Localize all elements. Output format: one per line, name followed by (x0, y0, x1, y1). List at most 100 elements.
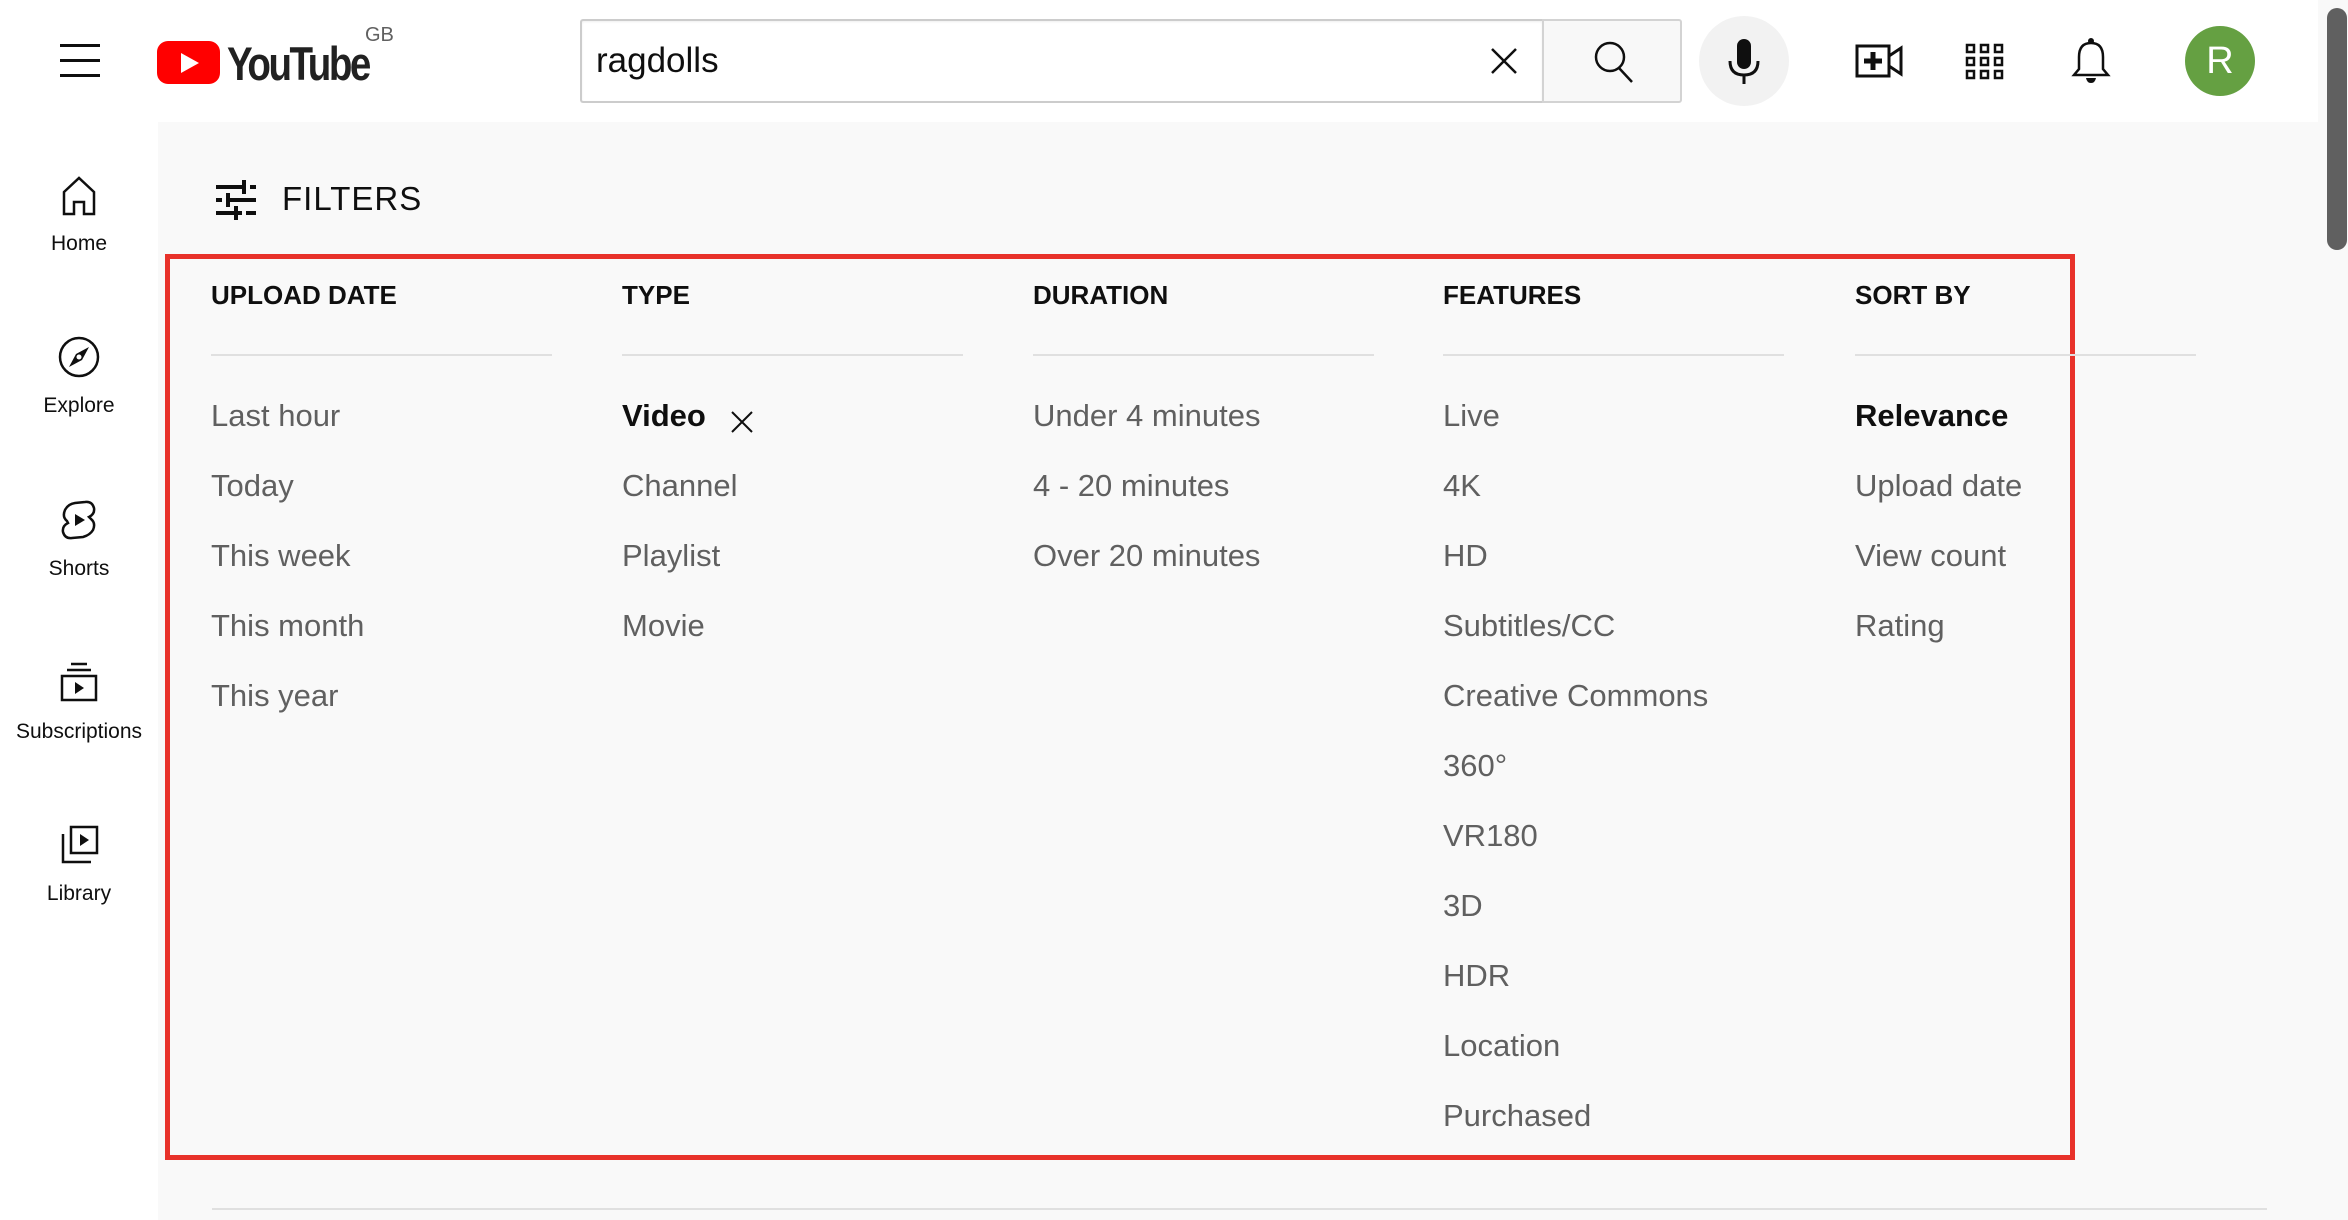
filter-option-label: Location (1443, 1028, 1561, 1063)
filter-group-sort-by: SORT BY Relevance Upload date View count Rat… (1855, 280, 2196, 643)
filter-option[interactable]: Location (1443, 1028, 1560, 1064)
filter-group-features: FEATURES Live 4K HD Subtitles/CC Creative Com… (1443, 280, 1784, 1133)
sidebar-label: Shorts (48, 557, 110, 580)
sidebar-label: Home (50, 232, 108, 255)
highlight-annotation-box (165, 254, 2075, 1160)
logo-text: YouTube (227, 37, 371, 90)
filter-option[interactable]: Over 20 minutes (1033, 538, 1260, 574)
sidebar-item-home[interactable]: Home (0, 174, 158, 314)
filter-group-upload-date: UPLOAD DATE Last hour Today This week This m… (211, 280, 552, 713)
filter-option[interactable]: Playlist (622, 538, 720, 574)
sidebar: Home Explore Shorts Subscriptions Librar… (0, 122, 158, 1220)
filter-option-label: Live (1443, 398, 1500, 433)
sidebar-item-explore[interactable]: Explore (0, 336, 158, 476)
compass-icon (58, 336, 100, 378)
filters-label: FILTERS (282, 180, 423, 217)
sidebar-item-subscriptions[interactable]: Subscriptions (0, 662, 158, 802)
search-button[interactable] (1542, 19, 1682, 103)
filter-option-label: This month (211, 608, 365, 643)
filter-option[interactable]: Live (1443, 398, 1500, 434)
remove-filter-icon[interactable] (730, 406, 754, 433)
filter-option[interactable]: Relevance (1855, 398, 2008, 434)
filter-option[interactable]: Upload date (1855, 468, 2022, 504)
filter-option-label: View count (1855, 538, 2007, 573)
library-icon (61, 825, 99, 864)
filter-option-label: Upload date (1855, 468, 2023, 503)
filter-option-label: 4 - 20 minutes (1033, 468, 1230, 503)
filter-option[interactable]: Creative Commons (1443, 678, 1708, 714)
filter-group-title: DURATION (1033, 280, 1169, 310)
filter-group-title: SORT BY (1855, 280, 1971, 310)
filter-option-label: Relevance (1855, 398, 2009, 433)
filter-option[interactable]: 3D (1443, 888, 1483, 924)
filter-option[interactable]: Movie (622, 608, 705, 644)
scrollbar-thumb[interactable] (2327, 8, 2347, 250)
bell-icon[interactable] (2071, 37, 2111, 90)
filter-group-divider (1033, 354, 1374, 356)
sidebar-label: Library (46, 882, 112, 905)
filter-group-divider (1855, 354, 2196, 356)
filter-group-divider (1443, 354, 1784, 356)
filter-option[interactable]: Subtitles/CC (1443, 608, 1615, 644)
filter-option[interactable]: HD (1443, 538, 1488, 574)
filter-option-label: This year (211, 678, 339, 713)
filter-option-label: Video (622, 398, 706, 433)
youtube-play-icon (157, 41, 220, 84)
sidebar-item-shorts[interactable]: Shorts (0, 499, 158, 639)
filter-option[interactable]: This week (211, 538, 351, 574)
filter-option[interactable]: Today (211, 468, 294, 504)
apps-grid-icon[interactable] (1965, 43, 2005, 86)
filter-option[interactable]: This year (211, 678, 338, 714)
mic-icon (1728, 39, 1760, 84)
create-video-icon[interactable] (1855, 42, 1903, 85)
filter-option-label: Movie (622, 608, 705, 643)
filter-option-label: Over 20 minutes (1033, 538, 1261, 573)
search-box (580, 19, 1542, 103)
filter-option-label: 3D (1443, 888, 1483, 923)
filter-group-title: TYPE (622, 280, 690, 310)
filter-option[interactable]: Video (622, 398, 753, 434)
filter-option[interactable]: 4 - 20 minutes (1033, 468, 1229, 504)
avatar[interactable]: R (2185, 26, 2255, 96)
filter-option-label: Creative Commons (1443, 678, 1709, 713)
filter-option[interactable]: VR180 (1443, 818, 1538, 854)
filter-group-divider (211, 354, 552, 356)
filter-option-label: Last hour (211, 398, 341, 433)
filter-group-duration: DURATION Under 4 minutes 4 - 20 minutes Ove… (1033, 280, 1374, 573)
sidebar-item-library[interactable]: Library (0, 824, 158, 964)
search-icon (1594, 41, 1633, 83)
filter-option-label: Subtitles/CC (1443, 608, 1616, 643)
filter-option[interactable]: Channel (622, 468, 737, 504)
filter-option[interactable]: 360° (1443, 748, 1507, 784)
filter-option-label: HDR (1443, 958, 1511, 993)
filter-option[interactable]: Last hour (211, 398, 340, 434)
logo-region-code: GB (365, 24, 394, 46)
filter-group-divider (622, 354, 963, 356)
search-input[interactable] (596, 21, 1436, 101)
filter-option[interactable]: Purchased (1443, 1098, 1591, 1134)
voice-search-button[interactable] (1699, 16, 1789, 106)
filter-group-title: UPLOAD DATE (211, 280, 397, 310)
filter-option-label: Today (211, 468, 294, 503)
sidebar-label: Subscriptions (15, 720, 143, 743)
filter-option-label: Rating (1855, 608, 1945, 643)
filter-option[interactable]: Rating (1855, 608, 1945, 644)
sidebar-label: Explore (43, 394, 115, 417)
filter-option-label: Channel (622, 468, 738, 503)
filter-option-label: Playlist (622, 538, 721, 573)
subscriptions-icon (60, 662, 98, 702)
filter-option[interactable]: View count (1855, 538, 2006, 574)
section-divider (212, 1208, 2267, 1210)
filter-group-title: FEATURES (1443, 280, 1582, 310)
filter-option[interactable]: This month (211, 608, 364, 644)
filter-option-label: 4K (1443, 468, 1481, 503)
filter-option[interactable]: 4K (1443, 468, 1481, 504)
shorts-icon (61, 500, 96, 540)
filter-option[interactable]: HDR (1443, 958, 1510, 994)
filter-option-label: Under 4 minutes (1033, 398, 1261, 433)
hamburger-menu-icon[interactable] (58, 40, 102, 82)
filter-option[interactable]: Under 4 minutes (1033, 398, 1260, 434)
home-icon (62, 176, 96, 216)
clear-icon[interactable] (1484, 41, 1524, 81)
filter-option-label: Purchased (1443, 1098, 1592, 1133)
